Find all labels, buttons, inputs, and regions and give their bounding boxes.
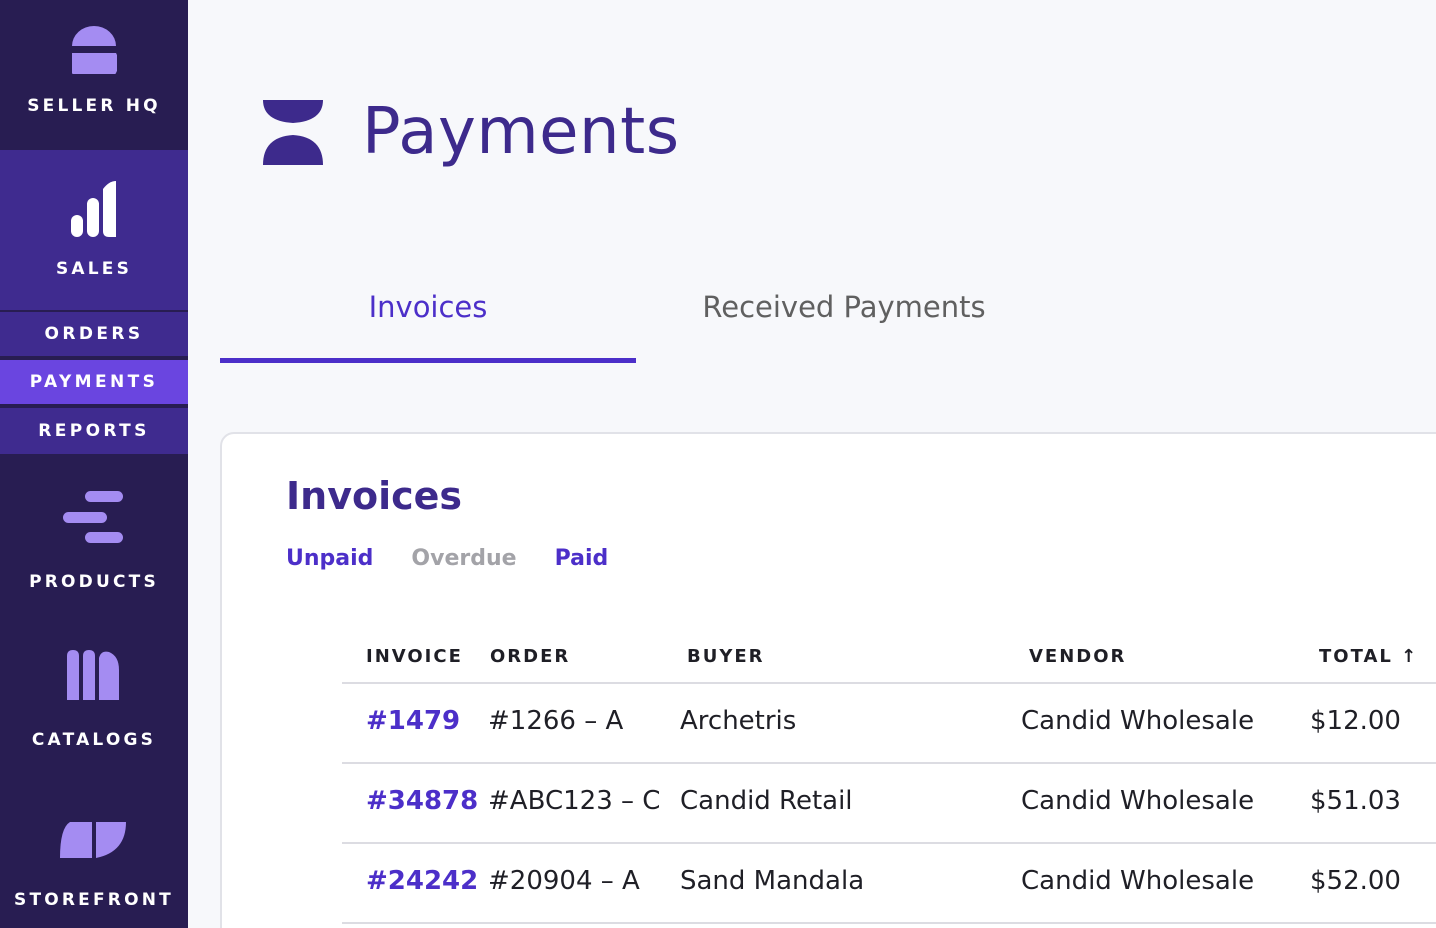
buyer-cell: Sand Mandala <box>680 866 865 896</box>
filter-paid[interactable]: Paid <box>555 546 609 571</box>
page-header: Payments <box>262 96 680 168</box>
invoice-filters: Unpaid Overdue Paid <box>286 546 608 571</box>
filter-unpaid[interactable]: Unpaid <box>286 546 373 571</box>
tab-bar: Invoices Received Payments <box>220 290 1052 363</box>
bar-chart-icon <box>71 181 116 237</box>
subnav-label: REPORTS <box>38 421 150 441</box>
column-buyer[interactable]: BUYER <box>687 646 765 667</box>
card-title: Invoices <box>286 474 463 518</box>
sidebar-item-label: STOREFRONT <box>14 890 174 910</box>
total-cell: $12.00 <box>1310 706 1401 736</box>
table-row[interactable]: #34878 #ABC123 – C Candid Retail Candid … <box>342 764 1436 844</box>
column-order[interactable]: ORDER <box>490 646 570 667</box>
brand-label: SELLER HQ <box>27 96 161 116</box>
column-invoice[interactable]: INVOICE <box>366 646 463 667</box>
column-total-sort[interactable]: TOTAL ↑ <box>1319 646 1418 667</box>
sidebar-item-label: SALES <box>55 259 133 279</box>
total-cell: $52.00 <box>1310 866 1401 896</box>
sidebar-item-storefront[interactable]: STOREFRONT <box>0 822 188 928</box>
products-icon <box>63 491 123 543</box>
tab-invoices[interactable]: Invoices <box>220 290 636 363</box>
subnav-label: PAYMENTS <box>29 372 159 392</box>
subnav-payments[interactable]: PAYMENTS <box>0 358 188 404</box>
sidebar-item-products[interactable]: PRODUCTS <box>0 478 188 618</box>
subnav-orders[interactable]: ORDERS <box>0 310 188 356</box>
invoices-table: INVOICE ORDER BUYER VENDOR TOTAL ↑ #1479… <box>342 638 1436 924</box>
invoice-link[interactable]: #1479 <box>366 706 460 736</box>
sidebar-item-catalogs[interactable]: CATALOGS <box>0 650 188 770</box>
order-cell: #ABC123 – C <box>488 786 661 816</box>
subnav-reports[interactable]: REPORTS <box>0 406 188 454</box>
vendor-cell: Candid Wholesale <box>1021 706 1255 736</box>
order-cell: #1266 – A <box>488 706 624 736</box>
sidebar-item-sales[interactable]: SALES <box>0 150 188 310</box>
order-cell: #20904 – A <box>488 866 640 896</box>
total-cell: $51.03 <box>1310 786 1401 816</box>
seller-hq-icon <box>72 26 117 74</box>
sidebar-item-label: PRODUCTS <box>29 572 159 592</box>
column-vendor[interactable]: VENDOR <box>1029 646 1126 667</box>
table-header: INVOICE ORDER BUYER VENDOR TOTAL ↑ <box>342 638 1436 684</box>
page-title: Payments <box>362 95 680 169</box>
table-row[interactable]: #1479 #1266 – A Archetris Candid Wholesa… <box>342 684 1436 764</box>
buyer-cell: Archetris <box>680 706 797 736</box>
sidebar: SELLER HQ SALES ORDERS PAYMENTS REPORTS … <box>0 0 188 928</box>
invoices-card: Invoices Unpaid Overdue Paid INVOICE ORD… <box>220 432 1436 928</box>
filter-overdue[interactable]: Overdue <box>411 546 516 571</box>
storefront-icon <box>60 822 126 858</box>
sidebar-brand[interactable]: SELLER HQ <box>0 0 188 150</box>
payments-icon <box>263 100 323 165</box>
buyer-cell: Candid Retail <box>680 786 853 816</box>
catalogs-icon <box>67 650 119 700</box>
invoice-link[interactable]: #24242 <box>366 866 478 896</box>
table-row[interactable]: #24242 #20904 – A Sand Mandala Candid Wh… <box>342 844 1436 924</box>
vendor-cell: Candid Wholesale <box>1021 786 1255 816</box>
invoice-link[interactable]: #34878 <box>366 786 478 816</box>
tab-received-payments[interactable]: Received Payments <box>636 290 1052 363</box>
vendor-cell: Candid Wholesale <box>1021 866 1255 896</box>
subnav-label: ORDERS <box>44 324 144 344</box>
sidebar-item-label: CATALOGS <box>31 730 157 750</box>
